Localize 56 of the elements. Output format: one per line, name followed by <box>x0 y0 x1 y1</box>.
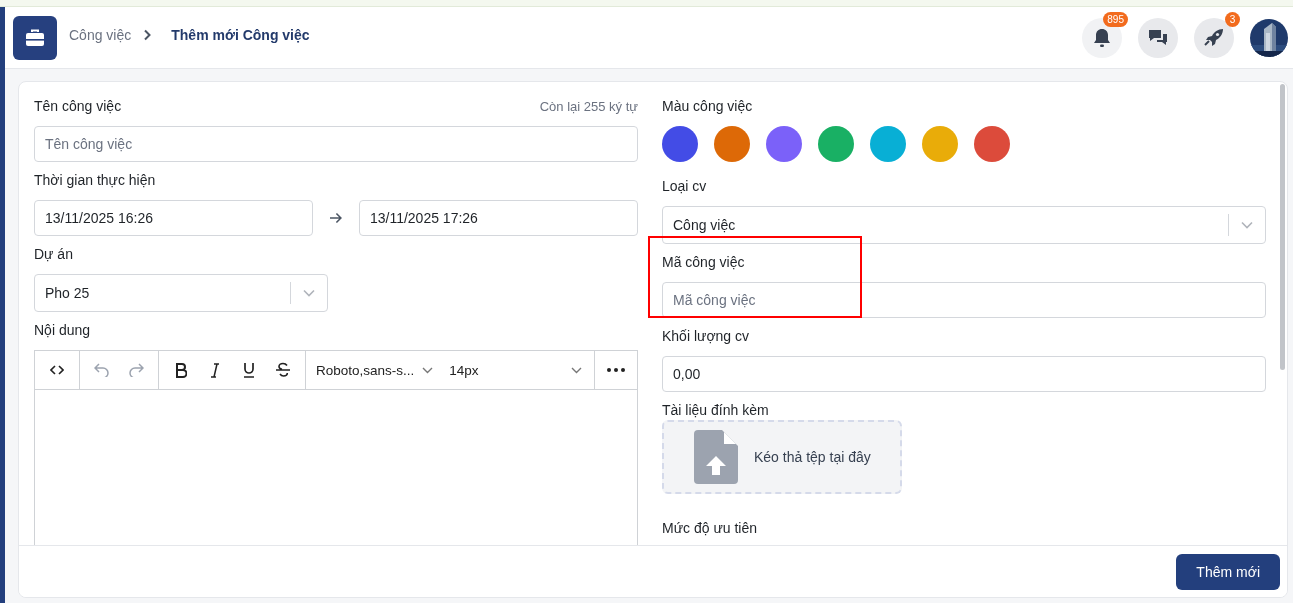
underline-icon <box>243 362 255 378</box>
scrollbar-thumb[interactable] <box>1280 84 1285 370</box>
character-counter: Còn lại 255 ký tự <box>539 98 638 114</box>
briefcase-icon[interactable] <box>13 15 57 60</box>
chevron-down-icon <box>422 366 434 374</box>
field-label: Tên công việc <box>34 98 122 114</box>
field-label: Khối lượng cv <box>662 328 750 344</box>
strikethrough-icon <box>275 362 291 378</box>
field-label: Màu công việc <box>662 98 753 114</box>
color-swatch[interactable] <box>714 126 750 162</box>
field-label: Mức độ ưu tiên <box>662 520 757 536</box>
code-icon <box>50 364 64 376</box>
input-field[interactable]: Mã công việc <box>662 282 1266 318</box>
field-label: Nội dung <box>34 322 91 338</box>
add-button[interactable]: Thêm mới <box>1176 553 1280 590</box>
field-label: Loại cv <box>662 178 707 194</box>
file-drop-zone[interactable]: Kéo thả tệp tại đây <box>662 420 902 494</box>
rocket-icon <box>1204 27 1224 48</box>
color-swatch[interactable] <box>922 126 958 162</box>
rocket-button[interactable] <box>1194 17 1234 58</box>
chevron-right-icon <box>143 28 152 41</box>
bell-icon <box>1093 27 1111 48</box>
undo-icon <box>94 363 110 377</box>
date-field[interactable]: 13/11/2025 17:26 <box>358 200 638 236</box>
count-badge: 3 <box>1225 11 1240 27</box>
more-icon <box>607 368 625 372</box>
notification-button[interactable] <box>1082 17 1122 58</box>
chevron-down-icon <box>571 366 582 374</box>
italic-icon <box>210 362 220 378</box>
date-field[interactable]: 13/11/2025 16:26 <box>34 200 314 236</box>
breadcrumb-link[interactable]: Công việc <box>69 26 132 43</box>
field-label: Mã công việc <box>662 254 745 270</box>
chat-button[interactable] <box>1138 17 1178 58</box>
color-swatch[interactable] <box>870 126 906 162</box>
chat-icon <box>1147 27 1169 48</box>
select-field[interactable]: Công việc <box>662 206 1266 244</box>
field-label: Thời gian thực hiện <box>34 172 156 188</box>
input-field[interactable]: Tên công việc <box>34 126 638 162</box>
input-field[interactable]: 0,00 <box>662 356 1266 392</box>
font-size-dropdown[interactable]: 14px <box>445 362 588 378</box>
field-label: Tài liệu đính kèm <box>662 402 769 418</box>
color-swatch[interactable] <box>662 126 698 162</box>
color-swatch[interactable] <box>818 126 854 162</box>
chevron-down-icon <box>1241 221 1253 229</box>
color-swatch[interactable] <box>766 126 802 162</box>
font-family-dropdown[interactable]: Roboto,sans-s... <box>312 362 438 378</box>
color-swatch[interactable] <box>974 126 1010 162</box>
redo-icon <box>128 363 144 377</box>
file-upload-icon <box>694 430 738 484</box>
arrow-right-icon <box>329 212 343 224</box>
field-label: Dự án <box>34 246 73 262</box>
bold-icon <box>175 362 187 378</box>
count-badge: 895 <box>1103 11 1128 27</box>
chevron-down-icon <box>303 289 315 297</box>
page-title: Thêm mới Công việc <box>171 26 310 43</box>
select-field[interactable]: Pho 25 <box>34 274 328 312</box>
